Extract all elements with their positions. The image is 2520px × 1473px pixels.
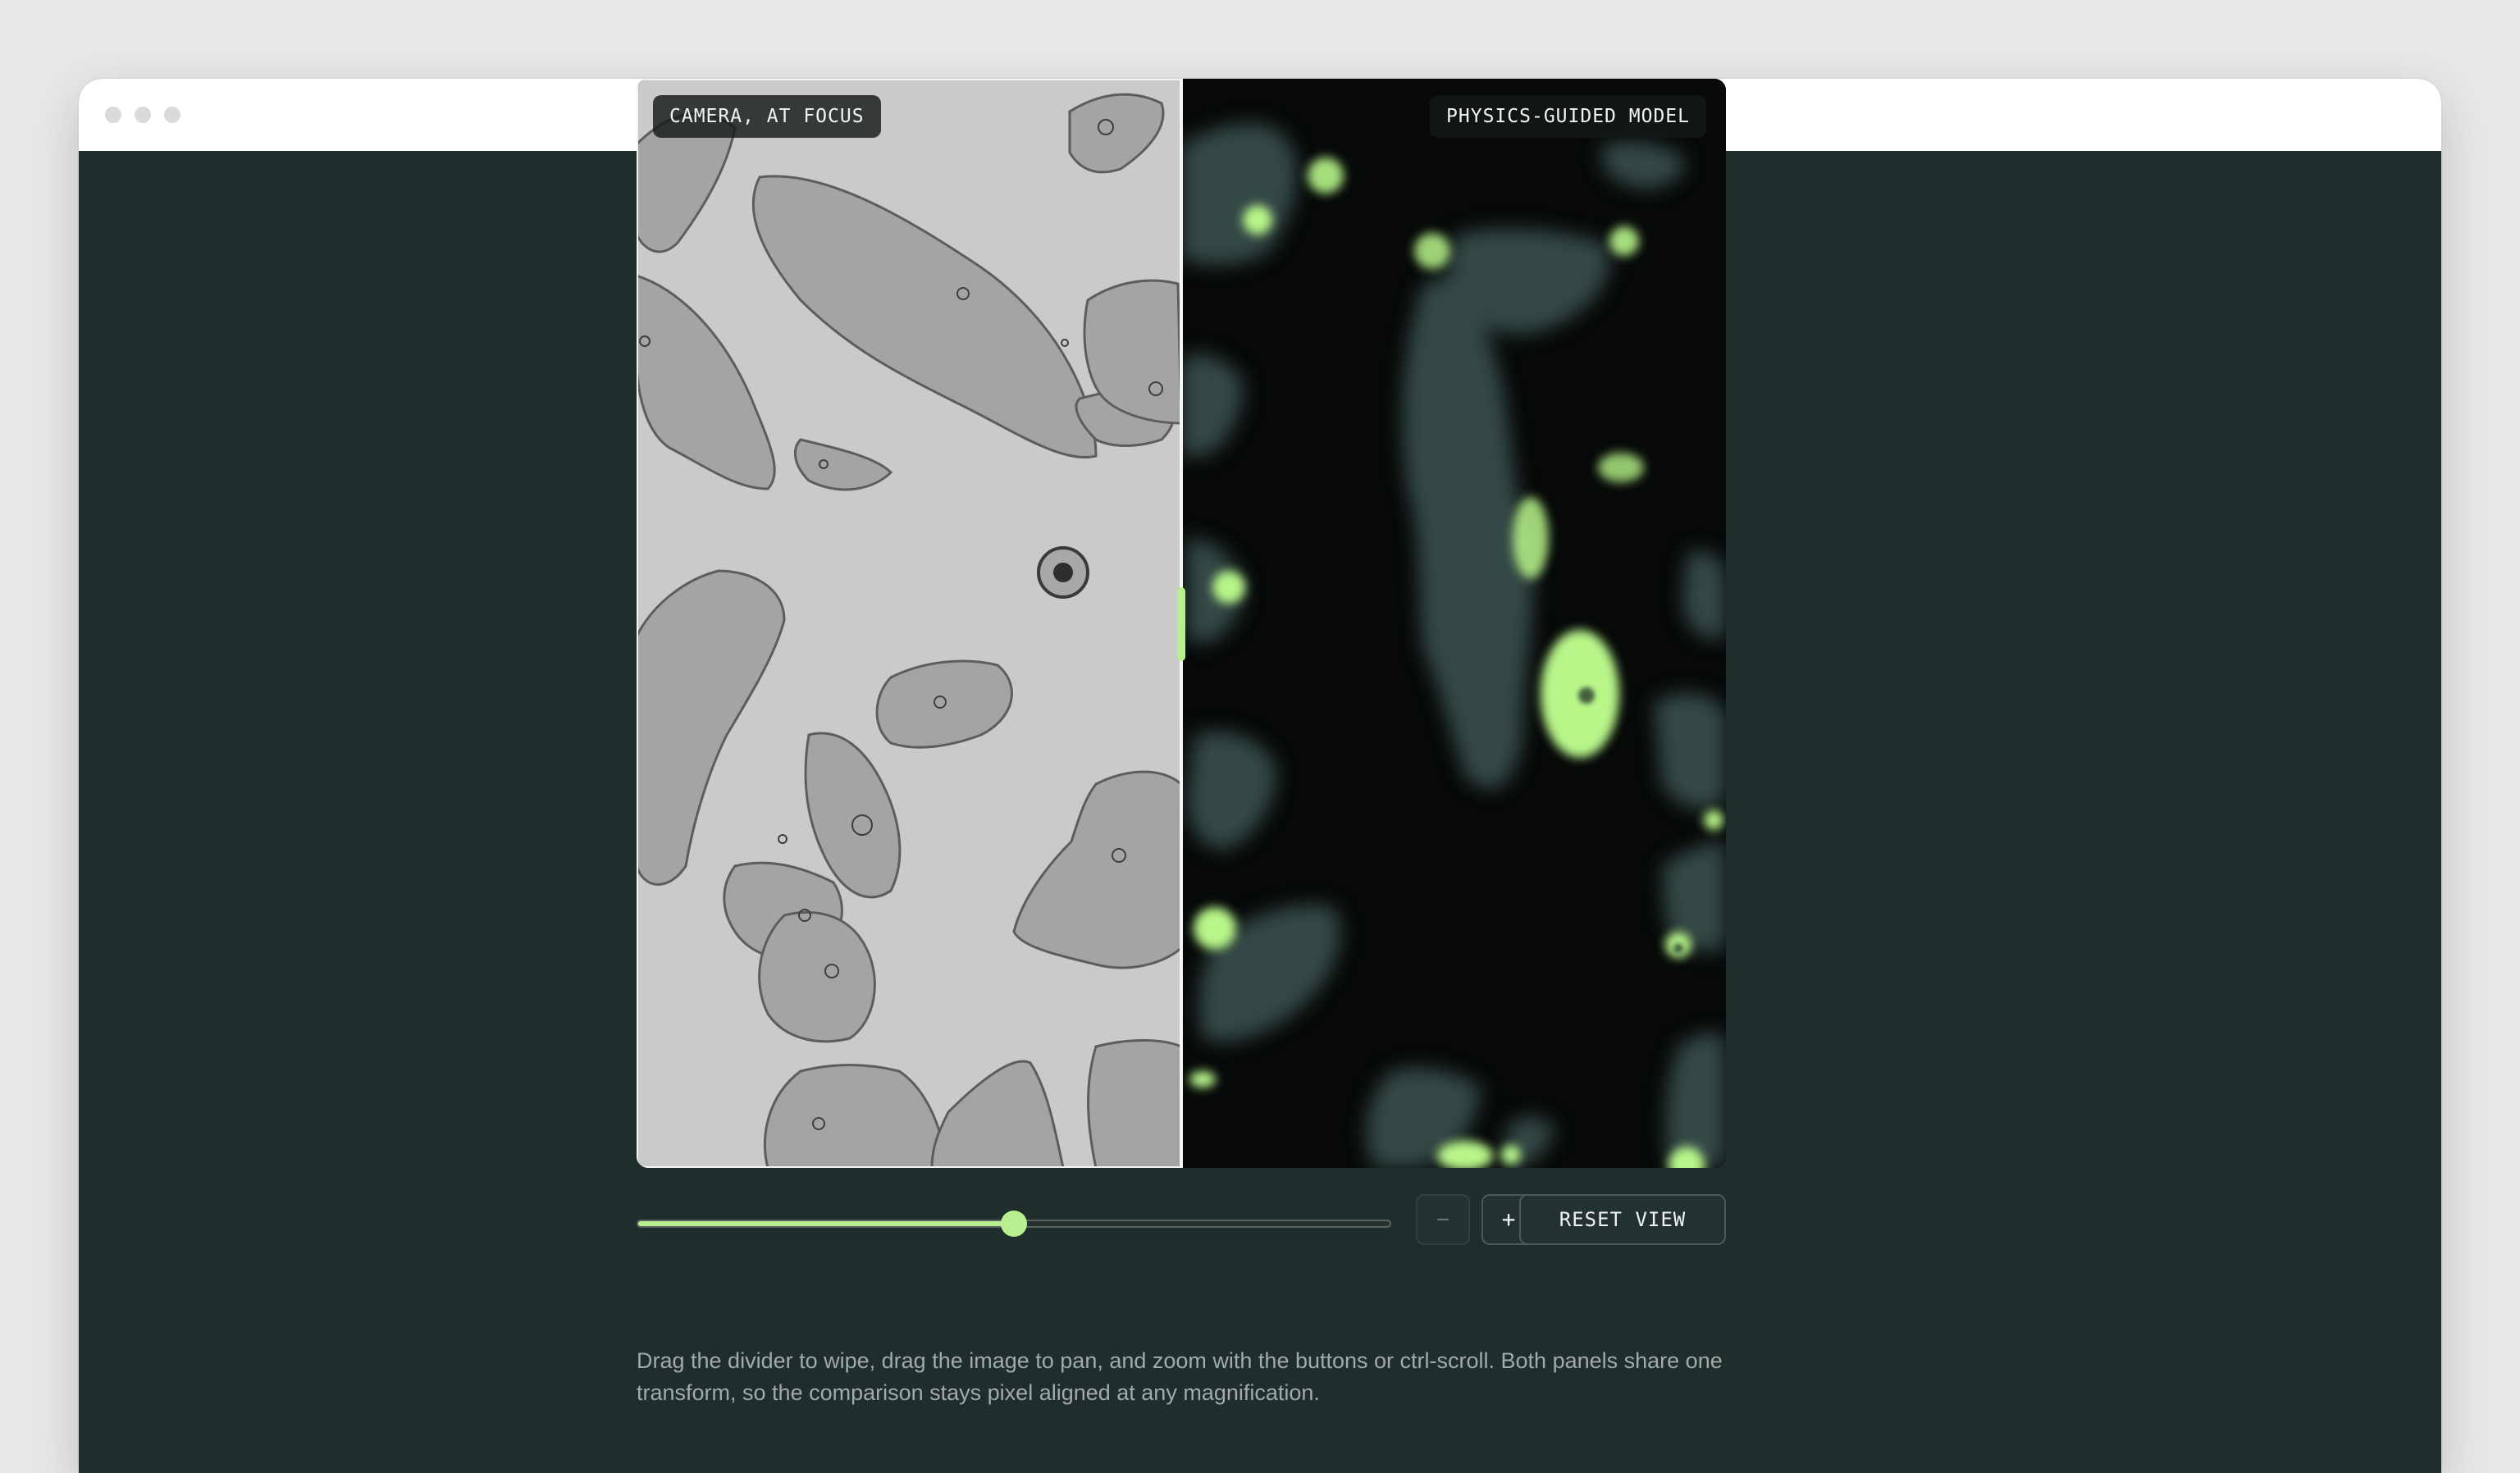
left-panel-label: CAMERA, AT FOCUS [653, 95, 881, 138]
instructions-caption: Drag the divider to wipe, drag the image… [637, 1348, 1723, 1405]
zoom-out-button[interactable]: − [1416, 1194, 1470, 1245]
zoom-slider-fill [638, 1221, 1016, 1226]
window-maximize-dot[interactable] [164, 107, 180, 123]
window-minimize-dot[interactable] [135, 107, 151, 123]
comparison-viewer[interactable]: CAMERA, AT FOCUS PHYSICS-GUIDED MODEL [637, 79, 1726, 1168]
zoom-slider-knob[interactable] [1001, 1211, 1027, 1237]
brightfield-round-cell [1037, 546, 1089, 599]
wipe-divider-handle[interactable] [1177, 587, 1185, 661]
comparison-image[interactable] [637, 79, 1726, 1168]
reset-view-button[interactable]: RESET VIEW [1519, 1194, 1726, 1245]
right-panel-label: PHYSICS-GUIDED MODEL [1430, 95, 1706, 138]
brightfield-panel [637, 79, 1181, 1168]
zoom-controls: − + RESET VIEW [637, 1194, 1726, 1252]
fluorescence-panel [1181, 79, 1726, 1168]
window-close-dot[interactable] [105, 107, 121, 123]
